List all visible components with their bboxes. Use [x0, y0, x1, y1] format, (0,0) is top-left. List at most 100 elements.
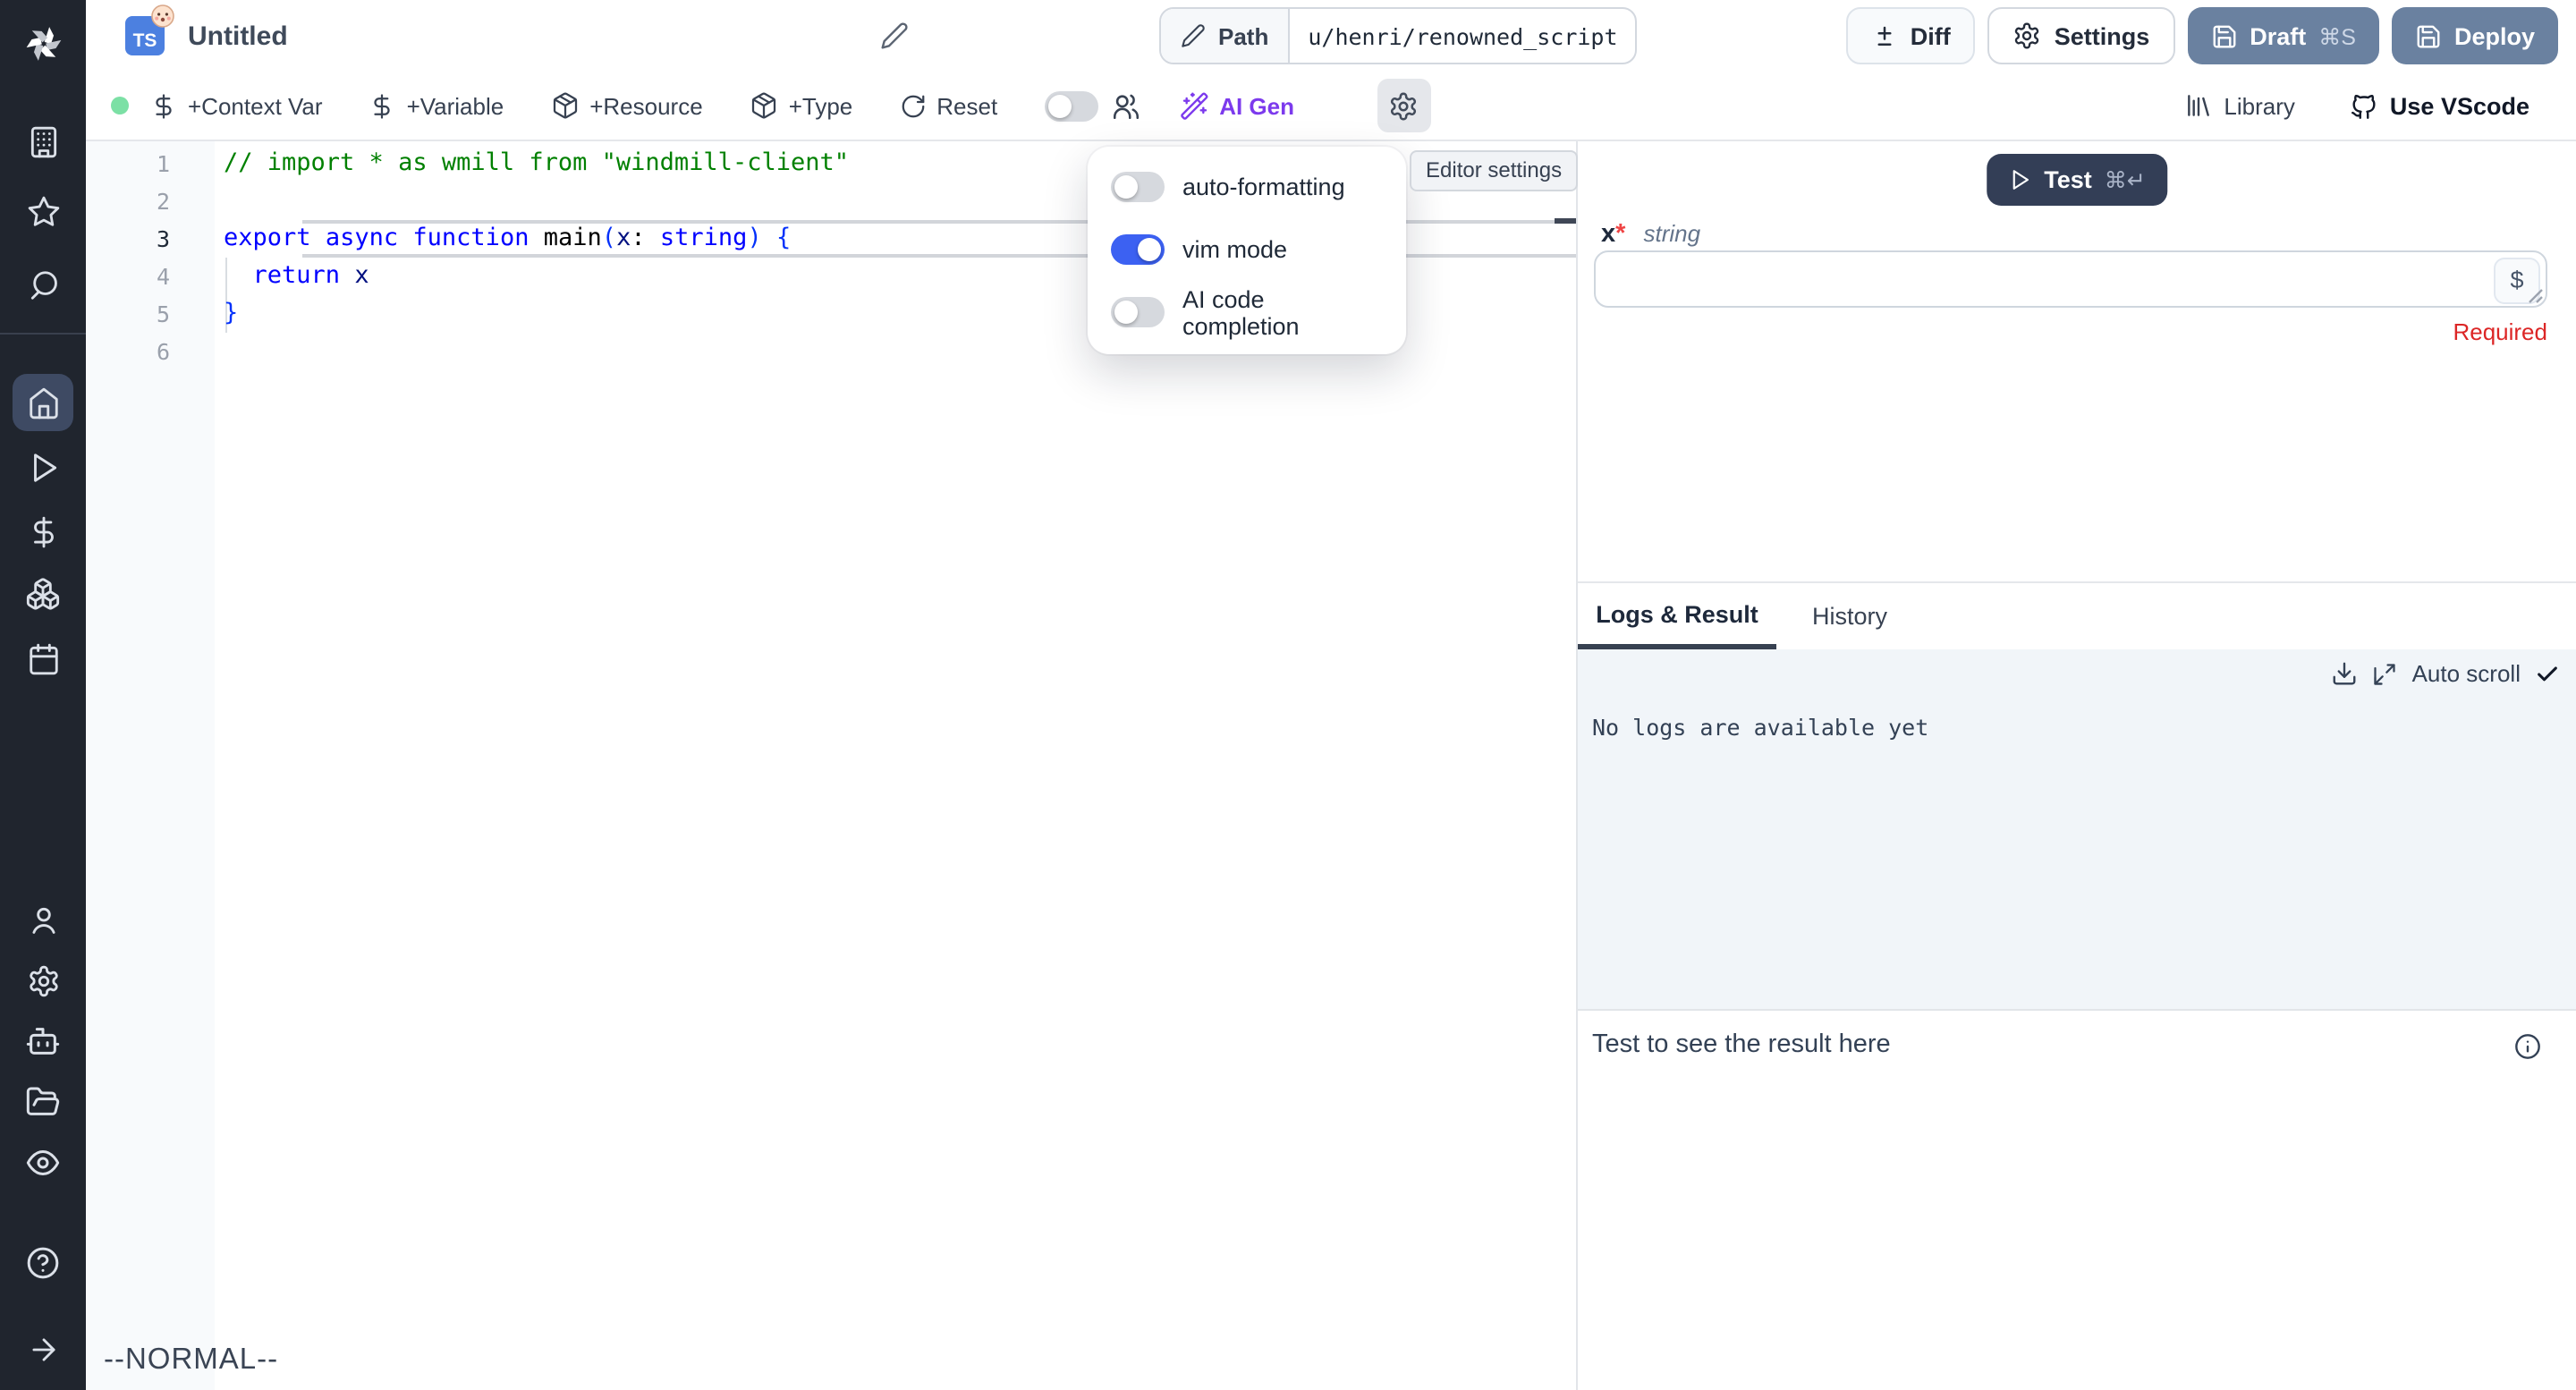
- sidebar-item-help[interactable]: [0, 1231, 86, 1295]
- result-placeholder: Test to see the result here: [1592, 1030, 1891, 1059]
- deploy-label: Deploy: [2454, 22, 2535, 49]
- reset-button[interactable]: Reset: [899, 92, 997, 119]
- sidebar-item-workspace[interactable]: [0, 109, 86, 174]
- path-edit-button[interactable]: Path: [1161, 9, 1290, 63]
- result-panel: Test to see the result here: [1578, 1009, 2576, 1390]
- users-icon: [1110, 90, 1140, 121]
- dollar-icon: [369, 92, 396, 119]
- check-icon[interactable]: [2535, 661, 2560, 686]
- settings-label: Settings: [2055, 22, 2150, 49]
- download-icon[interactable]: [2332, 660, 2359, 687]
- robot-icon: [25, 1023, 61, 1059]
- rotate-icon: [899, 92, 926, 119]
- deploy-button[interactable]: Deploy: [2392, 7, 2558, 64]
- code-text: // import * as wmill from "windmill-clie…: [170, 145, 849, 182]
- ai-code-completion-toggle[interactable]: [1111, 297, 1165, 327]
- line-number: 1: [86, 145, 170, 182]
- language-badge-label: TS: [133, 30, 157, 52]
- add-resource-button[interactable]: +Resource: [550, 91, 702, 120]
- info-icon[interactable]: [2513, 1032, 2542, 1061]
- sidebar-item-folders[interactable]: [0, 1070, 86, 1134]
- add-context-var-label: +Context Var: [188, 92, 323, 119]
- tab-logs-result[interactable]: Logs & Result: [1578, 583, 1776, 649]
- ai-code-completion-label: AI code completion: [1182, 285, 1383, 339]
- gear-icon: [2013, 21, 2042, 50]
- ai-gen-button[interactable]: AI Gen: [1180, 91, 1294, 120]
- home-icon: [26, 386, 60, 420]
- add-resource-label: +Resource: [589, 92, 702, 119]
- use-vscode-button[interactable]: Use VScode: [2349, 90, 2529, 121]
- line-number: 6: [86, 333, 170, 370]
- edit-title-button[interactable]: [880, 21, 909, 50]
- search-icon: [26, 267, 60, 301]
- required-message: Required: [2453, 318, 2547, 345]
- panel-resize-handle[interactable]: [1555, 218, 1576, 224]
- sidebar-item-schedules[interactable]: [0, 626, 86, 691]
- sidebar-item-audit-logs[interactable]: [0, 1131, 86, 1195]
- help-circle-icon: [25, 1245, 61, 1281]
- sidebar-item-home[interactable]: [0, 370, 86, 435]
- multiplayer-toggle[interactable]: [1044, 90, 1097, 121]
- sidebar-item-favorites[interactable]: [0, 179, 86, 243]
- tab-history[interactable]: History: [1801, 583, 1898, 649]
- wand-sparkles-icon: [1180, 91, 1208, 120]
- vim-mode-label: vim mode: [1182, 236, 1287, 263]
- library-label: Library: [2224, 92, 2295, 119]
- draft-label: Draft: [2250, 22, 2306, 49]
- use-vscode-label: Use VScode: [2390, 92, 2529, 119]
- sidebar-item-search[interactable]: [0, 252, 86, 317]
- add-type-label: +Type: [789, 92, 853, 119]
- editor-settings-button[interactable]: [1377, 79, 1430, 132]
- building-icon: [26, 124, 60, 158]
- eye-icon: [25, 1145, 61, 1181]
- vim-mode-toggle[interactable]: [1111, 234, 1165, 265]
- no-logs-message: No logs are available yet: [1592, 714, 1928, 741]
- resize-grip-icon[interactable]: [2526, 286, 2544, 304]
- add-type-button[interactable]: +Type: [750, 91, 853, 120]
- library-icon: [2184, 91, 2213, 120]
- sidebar-item-settings[interactable]: [0, 948, 86, 1013]
- folder-open-icon: [25, 1084, 61, 1120]
- multiplayer-toggle-group: [1044, 90, 1140, 121]
- result-tabs: Logs & Result History: [1578, 581, 2576, 649]
- code-text: export async function main(x: string) {: [170, 220, 791, 258]
- settings-button[interactable]: Settings: [1988, 7, 2175, 64]
- line-number: 2: [86, 182, 170, 220]
- dollar-icon: [26, 514, 60, 548]
- topbar: TS Untitled Path u/henri/renowned_script…: [86, 0, 2576, 72]
- add-context-var-button[interactable]: +Context Var: [150, 92, 323, 119]
- sidebar-expand-button[interactable]: [0, 1317, 86, 1381]
- test-button[interactable]: Test ⌘↵: [1987, 154, 2167, 206]
- argument-label: x* string: [1601, 220, 1700, 249]
- script-path: u/henri/renowned_script: [1290, 9, 1635, 63]
- sidebar-item-workers[interactable]: [0, 1009, 86, 1073]
- add-variable-label: +Variable: [407, 92, 504, 119]
- dollar-icon: [150, 92, 177, 119]
- menu-item-vim-mode: vim mode: [1088, 218, 1406, 281]
- draft-button[interactable]: Draft ⌘S: [2187, 7, 2379, 64]
- sidebar-item-resources[interactable]: [0, 562, 86, 626]
- draft-shortcut: ⌘S: [2318, 22, 2356, 49]
- sidebar-item-runs[interactable]: [0, 435, 86, 499]
- logs-controls: Auto scroll: [2332, 660, 2560, 687]
- play-icon: [26, 450, 60, 484]
- gear-icon: [1388, 90, 1419, 121]
- menu-item-auto-formatting: auto-formatting: [1088, 156, 1406, 218]
- auto-formatting-toggle[interactable]: [1111, 172, 1165, 202]
- library-button[interactable]: Library: [2184, 91, 2295, 120]
- path-control[interactable]: Path u/henri/renowned_script: [1159, 7, 1638, 64]
- windmill-logo-icon[interactable]: [0, 13, 86, 73]
- argument-input[interactable]: $: [1594, 250, 2547, 308]
- code-text: return x: [170, 258, 369, 295]
- diff-button[interactable]: Diff: [1846, 7, 1976, 64]
- expand-icon[interactable]: [2373, 661, 2398, 686]
- language-badge: TS: [125, 16, 165, 55]
- package-icon: [750, 91, 778, 120]
- sidebar-item-variables[interactable]: [0, 499, 86, 564]
- reset-label: Reset: [936, 92, 997, 119]
- app-root: TS Untitled Path u/henri/renowned_script…: [0, 0, 2576, 1390]
- baby-emoji-icon: [150, 4, 175, 29]
- auto-scroll-label[interactable]: Auto scroll: [2412, 660, 2521, 687]
- sidebar-item-users[interactable]: [0, 887, 86, 952]
- add-variable-button[interactable]: +Variable: [369, 92, 504, 119]
